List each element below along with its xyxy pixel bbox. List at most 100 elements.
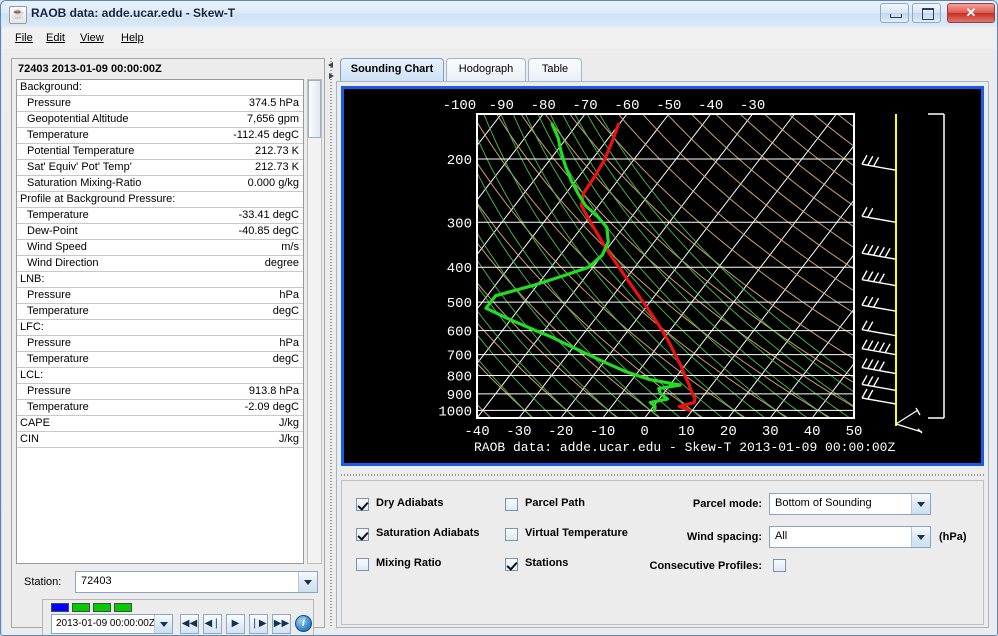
wind-spacing-combo[interactable]: All (769, 526, 931, 548)
svg-text:-40: -40 (464, 424, 489, 440)
table-row[interactable]: PressurehPa (17, 336, 303, 352)
table-row[interactable]: Pressure 913.8 hPa (17, 384, 303, 400)
maximize-button[interactable] (912, 3, 941, 23)
split-pane-divider[interactable] (326, 58, 336, 628)
row-value: 913.8 hPa (249, 385, 299, 397)
table-row[interactable]: LFC: (17, 320, 303, 336)
row-label: Pressure (27, 337, 71, 349)
scrollbar-thumb[interactable] (308, 80, 321, 138)
row-value: -2.09 degC (245, 401, 299, 413)
time-step-chip[interactable] (51, 603, 69, 612)
checkbox-label: Saturation Adiabats (376, 527, 480, 539)
table-row[interactable]: Wind Speedm/s (17, 240, 303, 256)
svg-text:500: 500 (447, 296, 472, 312)
minimize-button[interactable] (880, 3, 909, 23)
svg-text:-20: -20 (548, 424, 573, 440)
station-selector-row: Station: 72403 (16, 571, 318, 595)
row-value: hPa (279, 289, 299, 301)
station-combo[interactable]: 72403 (75, 571, 318, 593)
table-row[interactable]: LNB: (17, 272, 303, 288)
close-button[interactable]: ✕ (947, 3, 995, 23)
checkbox-icon[interactable] (505, 498, 518, 511)
table-row[interactable]: Potential Temperature212.73 K (17, 144, 303, 160)
menu-bar: File Edit View Help (2, 27, 998, 50)
checkbox-icon[interactable] (356, 498, 369, 511)
table-row[interactable]: Temperature -2.09 degC (17, 400, 303, 416)
row-label: Sat' Equiv' Pot' Temp' (27, 161, 132, 173)
row-label: LCL: (20, 369, 43, 381)
sounding-header: 72403 2013-01-09 00:00:00Z (18, 63, 162, 75)
svg-text:600: 600 (447, 325, 472, 341)
table-row[interactable]: Pressure374.5 hPa (17, 96, 303, 112)
chevron-down-icon[interactable] (298, 572, 317, 592)
row-label: Temperature (27, 129, 89, 141)
time-step-chip[interactable] (114, 603, 132, 612)
table-row[interactable]: Temperature-112.45 degC (17, 128, 303, 144)
table-row[interactable]: CAPEJ/kg (17, 416, 303, 432)
row-label: CIN (20, 433, 39, 445)
table-row[interactable]: Dew-Point-40.85 degC (17, 224, 303, 240)
svg-text:1000: 1000 (438, 404, 472, 420)
svg-text:200: 200 (447, 153, 472, 169)
panel-divider[interactable] (341, 472, 984, 478)
left-panel: 72403 2013-01-09 00:00:00Z Background:Pr… (11, 58, 325, 628)
table-row[interactable]: Background: (17, 80, 303, 96)
table-row[interactable]: Wind Directiondegree (17, 256, 303, 272)
table-vertical-scrollbar[interactable] (307, 79, 322, 564)
next-step-button[interactable]: ❘▶ (249, 614, 268, 634)
checkbox-icon[interactable] (356, 528, 369, 541)
row-label: Temperature (27, 401, 89, 413)
checkbox-icon[interactable] (505, 558, 518, 571)
time-step-chip[interactable] (72, 603, 90, 612)
collapse-right-icon[interactable] (327, 72, 335, 79)
collapse-left-icon[interactable] (327, 61, 335, 68)
table-row[interactable]: Geopotential Altitude7,656 gpm (17, 112, 303, 128)
play-button[interactable]: ▶ (226, 614, 245, 634)
first-step-button[interactable]: ◀◀ (180, 614, 199, 634)
menu-item-view[interactable]: View (73, 30, 111, 46)
skewt-chart[interactable]: -100-90-80-70-60-50-40-30-40-30-20-10010… (341, 86, 984, 466)
table-row[interactable]: LCL: (17, 368, 303, 384)
parcel-mode-value: Bottom of Sounding (775, 497, 872, 509)
time-step-chip[interactable] (93, 603, 111, 612)
station-label: Station: (24, 576, 61, 588)
time-combo[interactable]: 2013-01-09 00:00:00Z (51, 614, 173, 634)
previous-step-button[interactable]: ◀❘ (203, 614, 222, 634)
last-step-button[interactable]: ▶▶ (272, 614, 291, 634)
table-row[interactable]: PressurehPa (17, 288, 303, 304)
row-label: Pressure (27, 385, 71, 397)
table-row[interactable]: Temperature-33.41 degC (17, 208, 303, 224)
checkbox-icon[interactable] (505, 528, 518, 541)
info-icon[interactable]: i (295, 615, 312, 632)
row-value: J/kg (279, 417, 299, 429)
svg-text:800: 800 (447, 370, 472, 386)
svg-text:-90: -90 (489, 98, 514, 114)
svg-text:20: 20 (720, 424, 737, 440)
table-row[interactable]: TemperaturedegC (17, 352, 303, 368)
sounding-parameters-table: Background:Pressure374.5 hPaGeopotential… (16, 79, 304, 564)
table-row[interactable]: Profile at Background Pressure: (17, 192, 303, 208)
table-row[interactable]: TemperaturedegC (17, 304, 303, 320)
table-row[interactable]: CINJ/kg (17, 432, 303, 448)
chevron-down-icon[interactable] (911, 527, 930, 547)
menu-item-file[interactable]: File (8, 30, 40, 46)
checkbox-icon[interactable] (773, 559, 786, 572)
checkbox-label: Parcel Path (525, 497, 585, 509)
menu-item-help[interactable]: Help (114, 30, 151, 46)
tab-hodograph[interactable]: Hodograph (446, 58, 526, 81)
table-row[interactable]: Saturation Mixing-Ratio0.000 g/kg (17, 176, 303, 192)
consecutive-profiles-label: Consecutive Profiles: (610, 560, 762, 572)
chevron-down-icon[interactable] (911, 494, 930, 514)
row-value: 7,656 gpm (247, 113, 299, 125)
row-value: degC (273, 305, 299, 317)
svg-text:RAOB data: adde.ucar.edu - Ske: RAOB data: adde.ucar.edu - Skew-T 2013-0… (474, 440, 895, 455)
tab-table[interactable]: Table (528, 58, 582, 81)
time-value: 2013-01-09 00:00:00Z (56, 618, 155, 629)
menu-item-edit[interactable]: Edit (39, 30, 72, 46)
time-step-chips[interactable] (51, 603, 135, 612)
table-row[interactable]: Sat' Equiv' Pot' Temp'212.73 K (17, 160, 303, 176)
tab-sounding-chart[interactable]: Sounding Chart (340, 58, 444, 81)
checkbox-icon[interactable] (356, 558, 369, 571)
parcel-mode-combo[interactable]: Bottom of Sounding (769, 493, 931, 515)
chevron-down-icon[interactable] (154, 615, 172, 633)
